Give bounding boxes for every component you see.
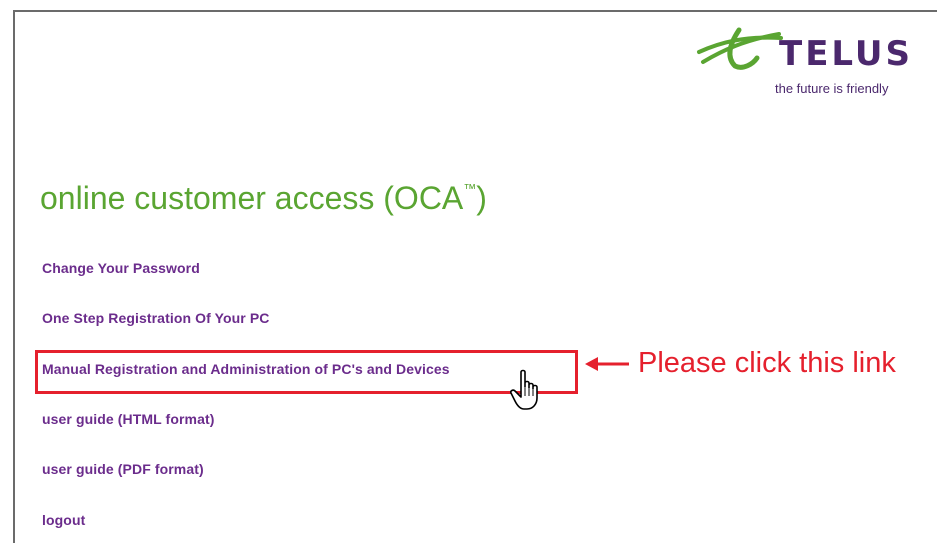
- telus-swoosh-icon: [697, 27, 783, 70]
- left-arrow-icon: [585, 356, 629, 371]
- manual-registration-link[interactable]: Manual Registration and Administration o…: [42, 361, 450, 377]
- brand-name: TELUS: [779, 34, 913, 74]
- trademark-mark: ™: [463, 181, 477, 196]
- change-password-link[interactable]: Change Your Password: [42, 260, 200, 276]
- logout-link[interactable]: logout: [42, 512, 85, 528]
- page-title: online customer access (OCA™): [40, 180, 487, 217]
- instruction-text: Please click this link: [638, 347, 896, 379]
- one-step-registration-link[interactable]: One Step Registration Of Your PC: [42, 310, 270, 326]
- page-title-end: ): [476, 180, 487, 216]
- telus-logo: TELUS the future is friendly: [695, 24, 937, 104]
- instruction-callout: Please click this link: [585, 347, 896, 380]
- hand-cursor-icon: [510, 369, 538, 410]
- page-frame: TELUS the future is friendly online cust…: [13, 10, 937, 543]
- user-guide-pdf-link[interactable]: user guide (PDF format): [42, 461, 204, 477]
- user-guide-html-link[interactable]: user guide (HTML format): [42, 411, 214, 427]
- page-title-text: online customer access (OCA: [40, 180, 464, 216]
- brand-tagline: the future is friendly: [775, 81, 889, 96]
